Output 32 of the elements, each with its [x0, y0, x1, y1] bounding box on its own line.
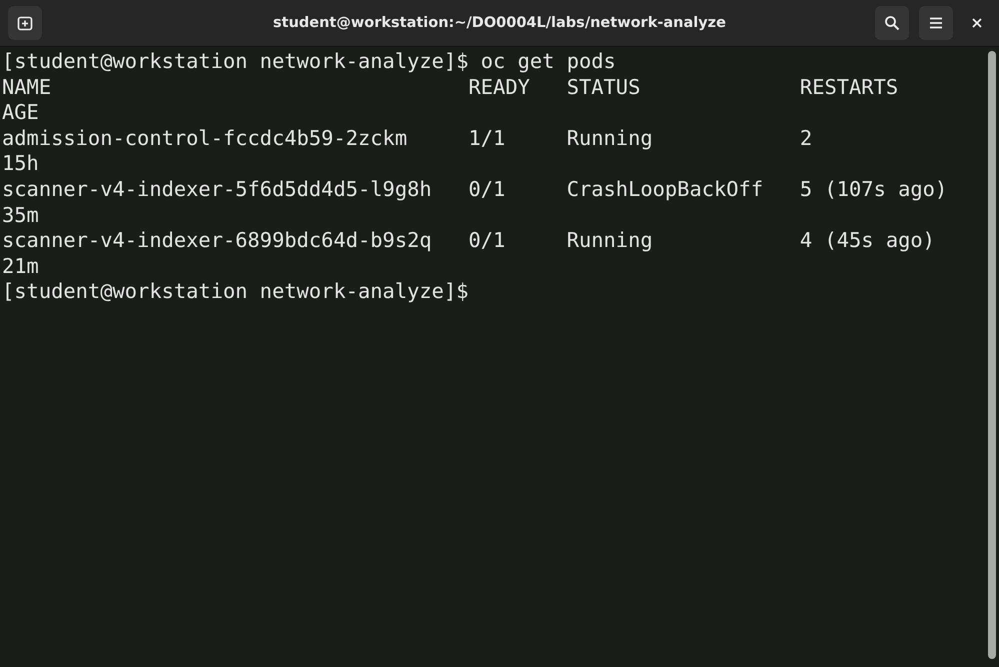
table-cell: 0/1 — [468, 176, 506, 201]
shell-prompt: [student@workstation network-analyze]$ — [2, 279, 468, 304]
new-tab-button[interactable] — [8, 6, 42, 40]
column-header: READY — [468, 74, 531, 100]
table-cell: 35m — [2, 202, 39, 227]
column-header: STATUS — [566, 74, 642, 100]
menu-icon — [929, 17, 943, 29]
search-icon — [884, 15, 900, 31]
table-cell: 21m — [2, 254, 39, 278]
table-cell: Running — [566, 126, 653, 150]
table-cell: CrashLoopBackOff — [566, 176, 764, 201]
search-button[interactable] — [875, 6, 909, 40]
table-cell: 1/1 — [468, 126, 506, 150]
table-cell: Running — [566, 228, 653, 252]
window-title: student@workstation:~/DO0004L/labs/network-analyze — [273, 15, 726, 31]
column-header: NAME — [2, 74, 52, 100]
table-cell: 2 — [800, 126, 812, 150]
table-cell: 0/1 — [468, 228, 506, 252]
scrollbar[interactable] — [988, 51, 996, 659]
table-cell: admission-control-fccdc4b59-2zckm — [2, 126, 408, 150]
table-cell: 4 (45s ago) — [800, 228, 935, 252]
command-text: oc get pods — [480, 49, 616, 73]
table-cell: scanner-v4-indexer-5f6d5dd4d5-l9g8h — [2, 176, 432, 201]
table-cell: 15h — [2, 151, 39, 176]
shell-prompt: [student@workstation network-analyze]$ — [2, 49, 468, 73]
table-cell: 5 (107s ago) — [800, 176, 948, 201]
column-header: AGE — [2, 100, 39, 124]
table-cell: scanner-v4-indexer-6899bdc64d-b9s2q — [2, 228, 432, 252]
column-header: RESTARTS — [800, 74, 900, 100]
menu-button[interactable] — [919, 6, 953, 40]
close-icon — [972, 18, 982, 28]
new-tab-icon — [17, 15, 33, 31]
